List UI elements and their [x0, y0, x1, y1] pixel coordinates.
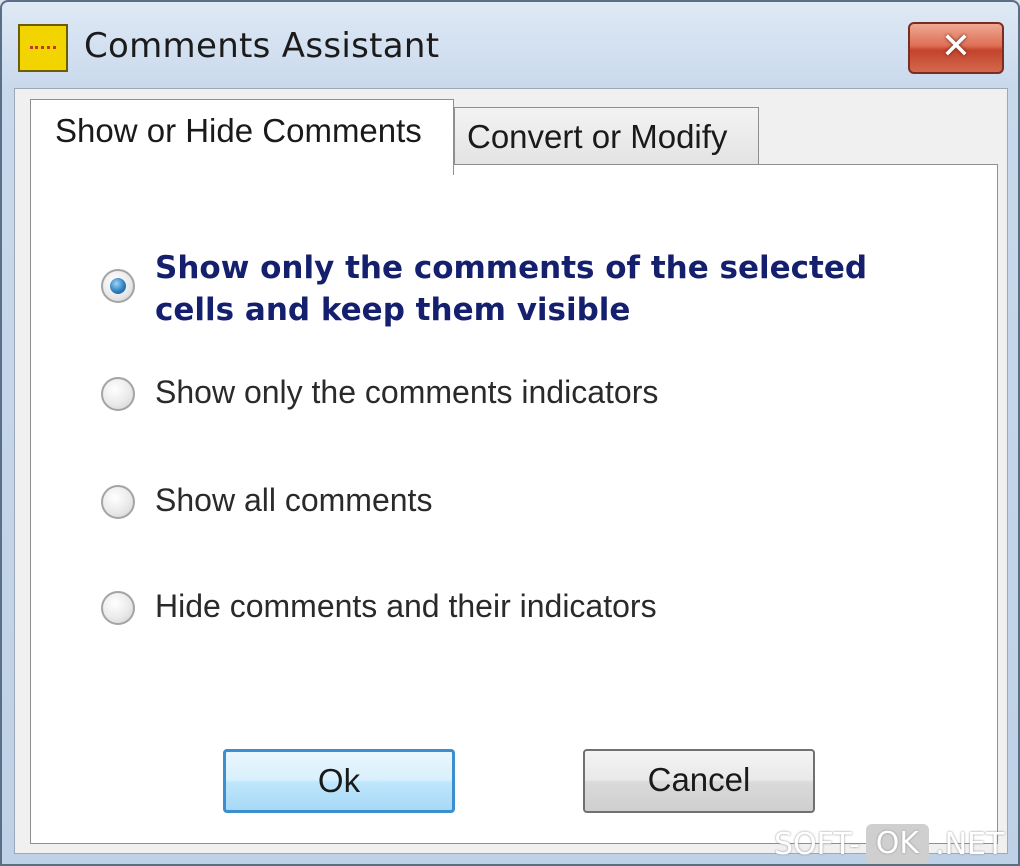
- option-label: Hide comments and their indicators: [155, 588, 657, 624]
- option-label: Show only the comments indicators: [155, 374, 659, 410]
- radio-icon[interactable]: [101, 591, 135, 625]
- option-label: Show all comments: [155, 482, 433, 518]
- watermark: SOFT- OK .NET: [774, 824, 1004, 864]
- tab-panel: Show only the comments of the selected c…: [30, 164, 998, 844]
- title-bar[interactable]: Comments Assistant ✕: [2, 2, 1018, 88]
- tab-show-or-hide-comments[interactable]: Show or Hide Comments: [30, 99, 454, 175]
- cancel-button[interactable]: Cancel: [583, 749, 815, 813]
- tab-convert-or-modify[interactable]: Convert or Modify: [454, 107, 759, 165]
- close-button[interactable]: ✕: [908, 22, 1004, 74]
- radio-selected-icon[interactable]: [101, 269, 135, 303]
- option-show-selected-comments[interactable]: Show only the comments of the selected c…: [101, 247, 915, 331]
- window-title: Comments Assistant: [84, 26, 440, 66]
- option-label: Show only the comments of the selected c…: [155, 250, 868, 328]
- watermark-right: .NET: [935, 826, 1005, 862]
- watermark-middle: OK: [865, 824, 930, 864]
- radio-icon[interactable]: [101, 485, 135, 519]
- ok-button[interactable]: Ok: [223, 749, 455, 813]
- option-show-indicators[interactable]: Show only the comments indicators: [101, 371, 658, 413]
- watermark-left: SOFT-: [774, 826, 860, 862]
- option-show-all-comments[interactable]: Show all comments: [101, 479, 432, 521]
- excel-addin-icon: [18, 24, 68, 72]
- option-hide-comments[interactable]: Hide comments and their indicators: [101, 585, 657, 627]
- dialog-window: Comments Assistant ✕ Show or Hide Commen…: [0, 0, 1020, 866]
- dialog-client-area: Show or Hide Comments Convert or Modify …: [14, 88, 1008, 854]
- radio-icon[interactable]: [101, 377, 135, 411]
